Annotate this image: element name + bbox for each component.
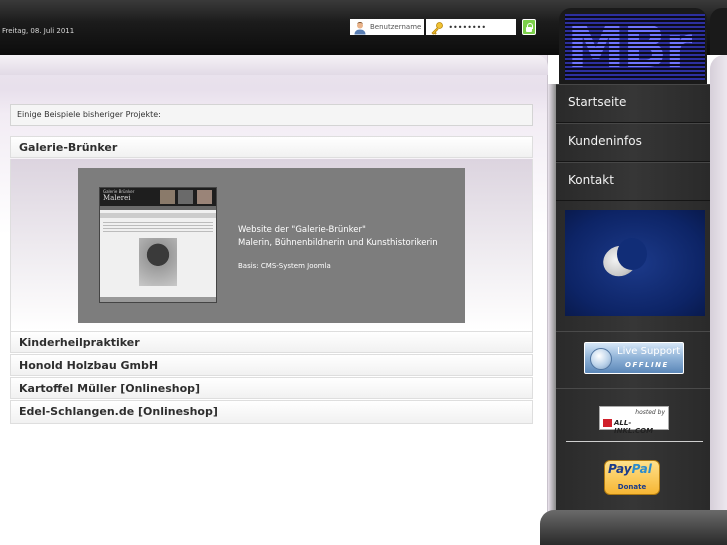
key-icon	[430, 20, 444, 35]
thumbnail-title: Malerei	[103, 194, 131, 202]
project-description: Website der "Galerie-Brünker" Malerin, B…	[238, 224, 458, 270]
sidebar-divider	[556, 331, 710, 332]
accordion-header-honold[interactable]: Honold Holzbau GmbH	[10, 354, 533, 376]
hosted-by-provider: ALL-INKL.COM	[614, 419, 654, 435]
logo-area: MBr	[559, 8, 707, 84]
live-support-button[interactable]: Live Support OFFLINE	[584, 342, 684, 374]
hosted-by-label: hosted by	[635, 409, 665, 416]
live-support-icon	[590, 348, 612, 370]
current-date: Freitag, 08. Juli 2011	[2, 27, 75, 35]
hosted-by-badge[interactable]: hosted by ALL-INKL.COM	[599, 406, 669, 435]
sidebar-item-kundeninfos[interactable]: Kundeninfos	[556, 123, 710, 162]
user-icon	[353, 20, 367, 35]
thumbnail-footer	[100, 297, 216, 302]
thumbnail-nav	[100, 206, 216, 210]
lock-icon[interactable]	[522, 19, 537, 35]
paypal-brand-a: Pay	[608, 462, 632, 476]
project-line-1: Website der "Galerie-Brünker"	[238, 225, 366, 235]
username-field[interactable]: Benutzername	[350, 19, 425, 35]
sidebar-item-kontakt[interactable]: Kontakt	[556, 162, 710, 201]
accordion-header-galerie[interactable]: Galerie-Brünker	[10, 136, 533, 158]
accordion-header-kartoffel[interactable]: Kartoffel Müller [Onlineshop]	[10, 377, 533, 399]
paypal-donate-label: Donate	[617, 483, 647, 491]
right-edge	[710, 55, 727, 545]
intro-text: Einige Beispiele bisheriger Projekte:	[10, 104, 533, 126]
site-logo[interactable]: MBr	[565, 14, 705, 80]
right-edge-top	[710, 8, 727, 55]
thumbnail-bar	[100, 213, 216, 218]
moon-image	[565, 210, 705, 316]
paypal-brand-b: Pal	[631, 462, 652, 476]
project-line-3: Basis: CMS-System Joomla	[238, 262, 331, 270]
sidebar-divider	[556, 388, 710, 389]
thumbnail-photo	[197, 190, 212, 204]
project-thumbnail[interactable]: Galerie Brünker Malerei	[99, 187, 217, 303]
all-inkl-logo-icon	[603, 419, 612, 427]
thumbnail-text-lines	[103, 222, 213, 234]
live-support-status: OFFLINE	[625, 361, 669, 369]
sidebar-bottom-cap	[540, 510, 727, 545]
project-line-2: Malerin, Bühnenbildnerin und Kunsthistor…	[238, 238, 438, 248]
moon-shadow	[617, 238, 647, 270]
logo-text: MBr	[567, 13, 694, 81]
accordion-header-kinderheilpraktiker[interactable]: Kinderheilpraktiker	[10, 331, 533, 353]
accordion-header-edel-schlangen[interactable]: Edel-Schlangen.de [Onlineshop]	[10, 400, 533, 424]
paypal-logo: PayPal	[608, 462, 652, 476]
sidebar-item-startseite[interactable]: Startseite	[556, 84, 710, 123]
thumbnail-portrait	[139, 238, 177, 286]
thumbnail-photo	[160, 190, 175, 204]
paypal-donate-button[interactable]: PayPal Donate	[604, 460, 660, 495]
thumbnail-photo	[178, 190, 193, 204]
login-form: Benutzername ••••••••	[350, 18, 537, 36]
password-value: ••••••••	[448, 22, 487, 32]
username-placeholder: Benutzername	[370, 23, 422, 31]
password-field[interactable]: ••••••••	[426, 19, 517, 35]
sidebar-separator	[566, 441, 703, 442]
thumbnail-header: Galerie Brünker Malerei	[100, 188, 216, 206]
content-top-strip	[0, 55, 548, 75]
live-support-title: Live Support	[617, 346, 681, 357]
